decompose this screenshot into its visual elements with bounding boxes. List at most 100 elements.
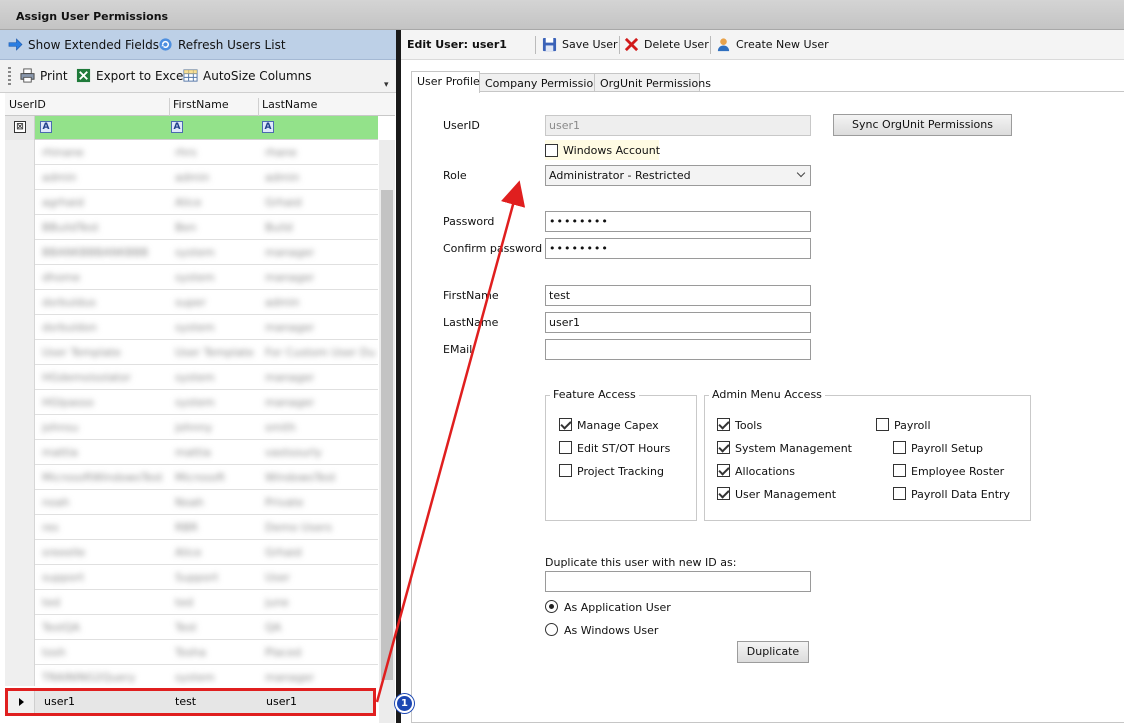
payroll-checkbox[interactable] [876, 418, 889, 431]
show-extended-fields-button[interactable]: Show Extended Fields [8, 37, 159, 52]
tab-user-profile[interactable]: User Profile [411, 71, 480, 93]
row-selector[interactable] [5, 540, 35, 565]
sync-orgunit-permissions-button[interactable]: Sync OrgUnit Permissions [833, 114, 1012, 136]
row-selector[interactable] [5, 340, 35, 365]
row-selector[interactable] [5, 640, 35, 665]
table-row[interactable]: dhome system manager [5, 265, 378, 290]
windows-account-checkbox[interactable] [545, 144, 558, 157]
row-selector[interactable] [5, 565, 35, 590]
table-row[interactable]: HGlpasso system manager [5, 390, 378, 415]
table-row[interactable]: res RBR Demo Users [5, 515, 378, 540]
table-row[interactable]: johnsu johnny smith [5, 415, 378, 440]
table-row[interactable]: mattia mattia vastsourly [5, 440, 378, 465]
export-to-excel-button[interactable]: Export to Excel [76, 68, 187, 83]
save-user-button[interactable]: Save User [542, 37, 618, 52]
filter-clear-icon[interactable]: ⊠ [14, 121, 26, 133]
table-row[interactable]: dsrbuldon system manager [5, 315, 378, 340]
table-row[interactable]: tosh Tosha Placed [5, 640, 378, 665]
print-button[interactable]: Print [20, 68, 68, 83]
row-selector[interactable] [5, 490, 35, 515]
row-selector[interactable] [5, 440, 35, 465]
row-selector[interactable] [5, 140, 35, 165]
row-selector[interactable] [5, 465, 35, 490]
row-selector[interactable] [5, 365, 35, 390]
cell-lastname: user1 [266, 695, 297, 708]
password-field[interactable]: •••••••• [545, 211, 811, 232]
payroll-setup-checkbox[interactable] [893, 441, 906, 454]
role-dropdown[interactable]: Administrator - Restricted [545, 165, 811, 186]
tools-checkbox[interactable] [717, 418, 730, 431]
duplicate-button[interactable]: Duplicate [737, 641, 809, 663]
tab-orgunit-permissions[interactable]: OrgUnit Permissions [594, 73, 711, 92]
filter-lastname-icon[interactable]: A [262, 121, 274, 133]
row-selector[interactable] [5, 515, 35, 540]
table-row[interactable]: rhinane rhrs rhane [5, 140, 378, 165]
allocations-checkbox[interactable] [717, 464, 730, 477]
cell-userid: tosh [42, 646, 66, 659]
row-selector[interactable] [5, 315, 35, 340]
row-selector[interactable] [5, 415, 35, 440]
cell-lastname: Build [265, 221, 293, 234]
scrollbar-thumb[interactable] [381, 190, 393, 680]
autosize-columns-button[interactable]: AutoSize Columns [183, 68, 312, 83]
table-row[interactable]: agrhaid Alice Grhaid [5, 190, 378, 215]
user-management-checkbox[interactable] [717, 487, 730, 500]
system-management-checkbox[interactable] [717, 441, 730, 454]
table-row[interactable]: noah Noah Private [5, 490, 378, 515]
table-row[interactable]: BBANKBBBANKBBB system manager [5, 240, 378, 265]
row-selector[interactable] [5, 165, 35, 190]
cell-firstname: system [175, 271, 215, 284]
as-application-user-radio[interactable] [545, 600, 558, 613]
table-row[interactable]: dsrbuldus super admin [5, 290, 378, 315]
column-header-lastname[interactable]: LastName [262, 98, 317, 111]
table-row[interactable]: TRAINING2Query system manager [5, 665, 378, 686]
duplicate-new-id-field[interactable] [545, 571, 811, 592]
delete-user-label: Delete User [644, 38, 709, 51]
table-row[interactable]: admin admin admin [5, 165, 378, 190]
confirm-password-field[interactable]: •••••••• [545, 238, 811, 259]
payroll-data-entry-checkbox[interactable] [893, 487, 906, 500]
row-selector[interactable] [5, 290, 35, 315]
employee-roster-checkbox[interactable] [893, 464, 906, 477]
row-selector[interactable] [5, 190, 35, 215]
filter-userid-icon[interactable]: A [40, 121, 52, 133]
cell-userid: sreeelle [42, 546, 86, 559]
toolbar-overflow-icon[interactable]: ▾ [384, 80, 389, 90]
table-row[interactable]: MicrosoftWindowsTest Microsoft WindowsTest [5, 465, 378, 490]
column-header-userid[interactable]: UserID [9, 98, 46, 111]
manage-capex-checkbox[interactable] [559, 418, 572, 431]
column-header-firstname[interactable]: FirstName [173, 98, 229, 111]
toolbar-grip[interactable] [8, 67, 11, 85]
row-selector[interactable] [5, 215, 35, 240]
windows-account-label: Windows Account [563, 144, 661, 157]
refresh-users-list-button[interactable]: Refresh Users List [158, 37, 286, 52]
row-selector[interactable] [5, 240, 35, 265]
firstname-field[interactable]: test [545, 285, 811, 306]
create-new-user-button[interactable]: Create New User [716, 37, 829, 52]
table-row[interactable]: BBuildTest Ben Build [5, 215, 378, 240]
table-row[interactable]: support Support User [5, 565, 378, 590]
table-row[interactable]: User Template User Template For Custom Use… [5, 340, 378, 365]
edit-st-ot-hours-checkbox[interactable] [559, 441, 572, 454]
table-row[interactable]: sreeelle Alice Grhaid [5, 540, 378, 565]
table-row[interactable]: HGdemoisolator system manager [5, 365, 378, 390]
row-selector[interactable] [5, 590, 35, 615]
project-tracking-checkbox[interactable] [559, 464, 572, 477]
row-selector[interactable] [8, 691, 35, 713]
cell-firstname: Alice [175, 546, 202, 559]
row-selector[interactable] [5, 390, 35, 415]
table-row[interactable]: ted ted june [5, 590, 378, 615]
table-row[interactable]: TestQA Test QA [5, 615, 378, 640]
email-field[interactable] [545, 339, 811, 360]
floppy-disk-icon [542, 37, 557, 52]
filter-firstname-icon[interactable]: A [171, 121, 183, 133]
tab-company-permissions[interactable]: Company Permissions [479, 73, 606, 92]
grid-vertical-scrollbar[interactable] [379, 140, 395, 723]
row-selector[interactable] [5, 665, 35, 686]
selected-user-row[interactable]: user1 test user1 [5, 688, 376, 716]
row-selector[interactable] [5, 265, 35, 290]
row-selector[interactable] [5, 615, 35, 640]
as-windows-user-radio[interactable] [545, 623, 558, 636]
lastname-field[interactable]: user1 [545, 312, 811, 333]
delete-user-button[interactable]: Delete User [624, 37, 709, 52]
